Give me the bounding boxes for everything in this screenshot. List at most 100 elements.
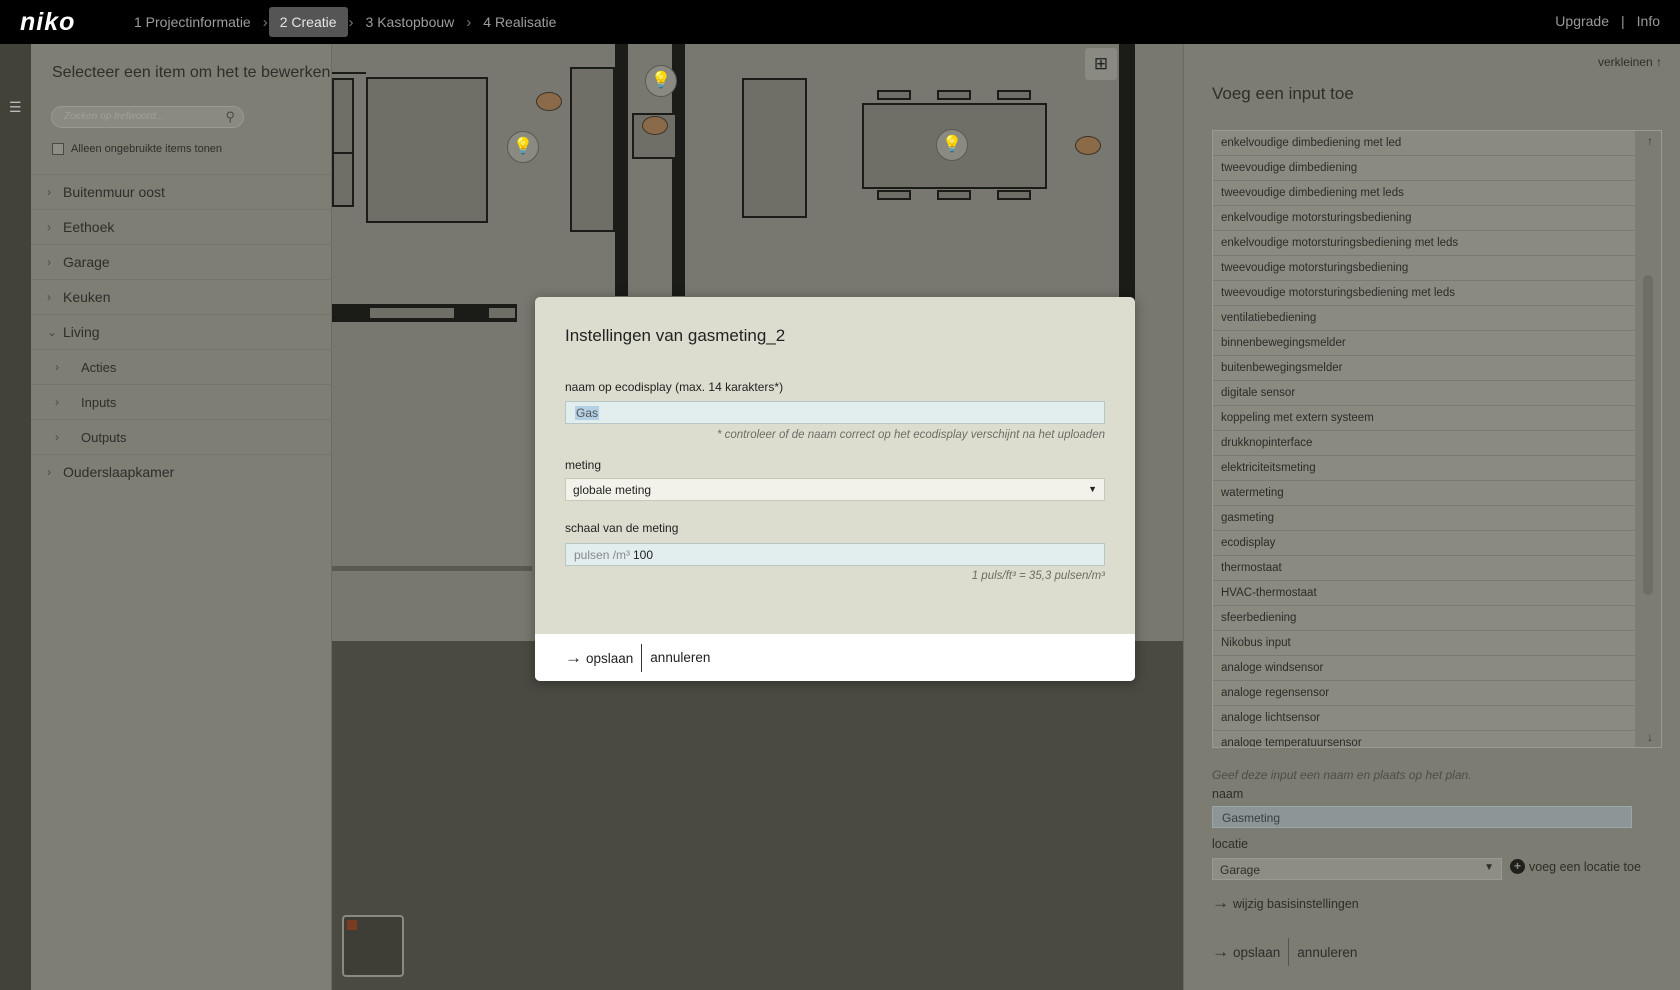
top-right-links: Upgrade | Info: [1555, 13, 1660, 29]
upgrade-link[interactable]: Upgrade: [1555, 13, 1609, 29]
plan-settings-icon[interactable]: ⊞: [1085, 48, 1117, 80]
list-item[interactable]: ventilatiebediening: [1213, 306, 1635, 331]
scale-unit: pulsen /m³: [574, 548, 631, 562]
list-item[interactable]: HVAC-thermostaat: [1213, 581, 1635, 606]
speech-bubble-icon[interactable]: [536, 92, 562, 111]
scroll-down-icon[interactable]: ↓: [1647, 730, 1653, 744]
add-input-panel: verkleinen ↑ Voeg een input toe enkelvou…: [1183, 44, 1680, 990]
input-name-field[interactable]: Gasmeting: [1212, 806, 1632, 828]
list-item[interactable]: enkelvoudige dimbediening met led: [1213, 131, 1635, 156]
step-kastopbouw[interactable]: 3 Kastopbouw: [355, 7, 466, 37]
location-select[interactable]: Garage ▼: [1212, 858, 1502, 880]
tree-item-label: Outputs: [81, 429, 127, 445]
hint-text: Geef deze input een naam en plaats op he…: [1212, 768, 1472, 782]
save-label: opslaan: [1233, 945, 1281, 960]
lightbulb-icon[interactable]: 💡: [507, 131, 539, 163]
arrow-right-icon: →: [565, 647, 582, 667]
list-item[interactable]: tweevoudige dimbediening: [1213, 156, 1635, 181]
speech-bubble-icon[interactable]: [1075, 136, 1101, 155]
ecodisplay-name-label: naam op ecodisplay (max. 14 karakters*): [565, 380, 784, 394]
tree-item-acties[interactable]: › Acties: [31, 349, 332, 384]
list-item[interactable]: binnenbewegingsmelder: [1213, 331, 1635, 356]
save-button[interactable]: → opslaan: [1212, 942, 1280, 962]
list-item[interactable]: analoge regensensor: [1213, 681, 1635, 706]
canvas-empty-area: [332, 641, 1183, 990]
add-location-button[interactable]: + voeg een locatie toe: [1510, 859, 1641, 874]
chevron-right-icon: ›: [47, 185, 51, 199]
cancel-button[interactable]: annuleren: [650, 650, 710, 665]
plus-icon: +: [1510, 859, 1525, 874]
chevron-right-icon: ›: [55, 360, 59, 374]
tree-item-keuken[interactable]: › Keuken: [31, 279, 332, 314]
list-item[interactable]: analoge windsensor: [1213, 656, 1635, 681]
list-item[interactable]: ecodisplay: [1213, 531, 1635, 556]
input-type-list[interactable]: enkelvoudige dimbediening met led tweevou…: [1212, 130, 1662, 748]
step-creatie[interactable]: 2 Creatie: [268, 7, 348, 37]
list-item[interactable]: thermostaat: [1213, 556, 1635, 581]
info-link[interactable]: Info: [1637, 13, 1660, 29]
list-item[interactable]: gasmeting: [1213, 506, 1635, 531]
lightbulb-icon[interactable]: 💡: [936, 129, 968, 161]
list-item[interactable]: digitale sensor: [1213, 381, 1635, 406]
top-navigation-bar: niko 1 Projectinformatie › 2 Creatie › 3…: [0, 0, 1680, 44]
list-item[interactable]: sfeerbediening: [1213, 606, 1635, 631]
search-input[interactable]: Zoeken op trefwoord... ⚲: [51, 106, 244, 128]
list-item[interactable]: Nikobus input: [1213, 631, 1635, 656]
minimap[interactable]: [342, 915, 404, 977]
tree-item-living[interactable]: ⌄ Living: [31, 314, 332, 349]
tree-item-outputs[interactable]: › Outputs: [31, 419, 332, 454]
speech-bubble-icon[interactable]: [642, 116, 668, 135]
shrink-label: verkleinen: [1597, 55, 1653, 69]
tree-item-garage[interactable]: › Garage: [31, 244, 332, 279]
search-icon[interactable]: ⚲: [225, 109, 235, 125]
unused-items-filter[interactable]: Alleen ongebruikte items tonen: [52, 143, 222, 155]
list-item[interactable]: drukknopinterface: [1213, 431, 1635, 456]
shrink-panel-link[interactable]: verkleinen ↑: [1598, 55, 1662, 69]
tree-item-eethoek[interactable]: › Eethoek: [31, 209, 332, 244]
checkbox-label: Alleen ongebruikte items tonen: [71, 143, 223, 155]
list-item[interactable]: watermeting: [1213, 481, 1635, 506]
plan-furniture: [332, 152, 354, 207]
metering-label: meting: [565, 458, 602, 472]
plan-chair: [877, 90, 911, 100]
ecodisplay-name-field[interactable]: Gas: [565, 401, 1105, 424]
lightbulb-icon[interactable]: 💡: [645, 65, 677, 97]
list-icon[interactable]: ☰: [9, 100, 22, 114]
name-note: * controleer of de naam correct op het e…: [716, 429, 1105, 441]
chevron-right-icon: ›: [348, 13, 354, 31]
step-projectinformatie[interactable]: 1 Projectinformatie: [123, 7, 262, 37]
step-realisatie[interactable]: 4 Realisatie: [472, 7, 567, 37]
tree-item-inputs[interactable]: › Inputs: [31, 384, 332, 419]
save-button[interactable]: → opslaan: [565, 648, 633, 668]
cancel-button[interactable]: annuleren: [1297, 945, 1357, 960]
list-item[interactable]: enkelvoudige motorsturingsbediening met …: [1213, 231, 1635, 256]
checkbox[interactable]: [52, 143, 64, 155]
list-item[interactable]: koppeling met extern systeem: [1213, 406, 1635, 431]
plan-wall: [332, 566, 532, 571]
scrollbar[interactable]: ↑ ↓: [1635, 131, 1661, 747]
list-item[interactable]: analoge temperatuursensor: [1213, 731, 1635, 747]
arrow-up-icon: ↑: [1656, 55, 1662, 69]
scroll-up-icon[interactable]: ↑: [1647, 134, 1653, 148]
list-item[interactable]: tweevoudige motorsturingsbediening: [1213, 256, 1635, 281]
list-item[interactable]: tweevoudige motorsturingsbediening met l…: [1213, 281, 1635, 306]
list-item[interactable]: tweevoudige dimbediening met leds: [1213, 181, 1635, 206]
dropdown-arrow-icon: ▼: [1484, 862, 1494, 873]
list-item[interactable]: analoge lichtsensor: [1213, 706, 1635, 731]
change-basic-settings-link[interactable]: → wijzig basisinstellingen: [1212, 893, 1359, 913]
scale-field[interactable]: pulsen /m³ 100: [565, 543, 1105, 566]
tree-item-buitenmuur-oost[interactable]: › Buitenmuur oost: [31, 174, 332, 209]
chevron-right-icon: ›: [47, 255, 51, 269]
metering-select[interactable]: globale meting ▼: [565, 478, 1105, 501]
chevron-right-icon: ›: [262, 13, 268, 31]
chevron-right-icon: ›: [47, 290, 51, 304]
list-item[interactable]: elektriciteitsmeting: [1213, 456, 1635, 481]
tree-item-ouderslaapkamer[interactable]: › Ouderslaapkamer: [31, 454, 332, 489]
tree-item-label: Inputs: [81, 394, 117, 410]
list-item[interactable]: enkelvoudige motorsturingsbediening: [1213, 206, 1635, 231]
room-tree: › Buitenmuur oost › Eethoek › Garage › Keuke…: [31, 174, 332, 489]
list-item[interactable]: buitenbewegingsmelder: [1213, 356, 1635, 381]
scrollbar-thumb[interactable]: [1643, 275, 1653, 595]
dialog-footer: → opslaan annuleren: [535, 634, 1135, 681]
scale-label: schaal van de meting: [565, 521, 679, 535]
